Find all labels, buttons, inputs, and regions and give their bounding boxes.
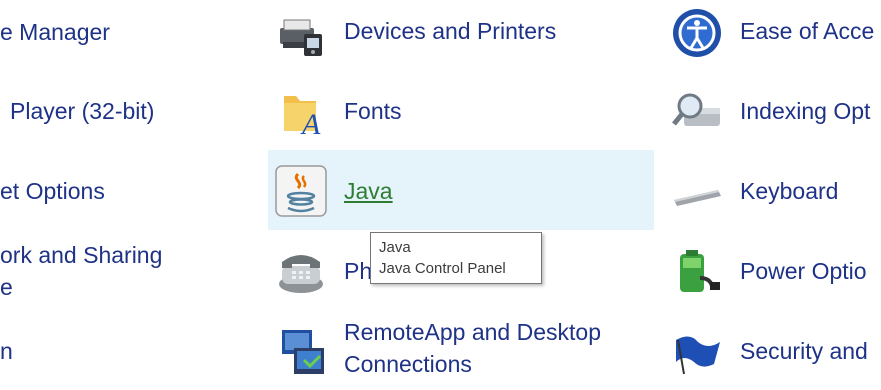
left-item-network-sharing-line2[interactable]: e bbox=[0, 274, 13, 300]
remoteapp-label: RemoteApp and Desktop Connections bbox=[344, 319, 601, 377]
left-item-device-manager[interactable]: e Manager bbox=[0, 19, 110, 45]
tooltip-title: Java bbox=[379, 239, 411, 256]
fonts-label: Fonts bbox=[344, 98, 402, 124]
java-icon bbox=[274, 164, 328, 218]
keyboard-label: Keyboard bbox=[740, 178, 839, 204]
power-icon bbox=[670, 244, 724, 298]
item-power-options[interactable]: Power Optio bbox=[664, 230, 881, 310]
security-flag-icon bbox=[670, 324, 724, 378]
fonts-icon: A bbox=[274, 84, 328, 138]
indexing-icon bbox=[670, 84, 724, 138]
tooltip-description: Java Control Panel bbox=[379, 260, 506, 277]
item-keyboard[interactable]: Keyboard bbox=[664, 150, 881, 230]
item-fonts[interactable]: A Fonts bbox=[268, 70, 654, 150]
left-item-internet-options[interactable]: et Options bbox=[0, 178, 105, 204]
phone-and-modem-label: Ph bbox=[344, 258, 373, 284]
left-item-network-sharing[interactable]: ork and Sharing bbox=[0, 242, 162, 268]
item-indexing-options[interactable]: Indexing Opt bbox=[664, 70, 881, 150]
security-and-maintenance-label: Security and bbox=[740, 338, 868, 364]
remoteapp-icon bbox=[274, 324, 328, 378]
power-options-label: Power Optio bbox=[740, 258, 867, 284]
svg-text:A: A bbox=[300, 108, 321, 138]
phone-icon bbox=[274, 244, 328, 298]
java-label: Java bbox=[344, 178, 393, 204]
ease-of-access-icon bbox=[670, 6, 724, 60]
ease-of-access-label: Ease of Acce bbox=[740, 18, 875, 44]
left-item-last[interactable]: n bbox=[0, 338, 13, 364]
keyboard-icon bbox=[670, 164, 724, 218]
item-java[interactable]: Java bbox=[268, 150, 654, 230]
item-remoteapp[interactable]: RemoteApp and Desktop Connections bbox=[268, 312, 654, 382]
indexing-options-label: Indexing Opt bbox=[740, 98, 871, 124]
printer-icon bbox=[274, 6, 328, 60]
devices-and-printers-label: Devices and Printers bbox=[344, 18, 557, 44]
item-security-and-maintenance[interactable]: Security and bbox=[664, 310, 881, 390]
java-tooltip: Java Java Control Panel bbox=[370, 232, 542, 284]
left-item-player[interactable]: Player (32-bit) bbox=[10, 98, 154, 124]
item-ease-of-access[interactable]: Ease of Acce bbox=[664, 0, 881, 72]
item-devices-and-printers[interactable]: Devices and Printers bbox=[268, 0, 654, 72]
